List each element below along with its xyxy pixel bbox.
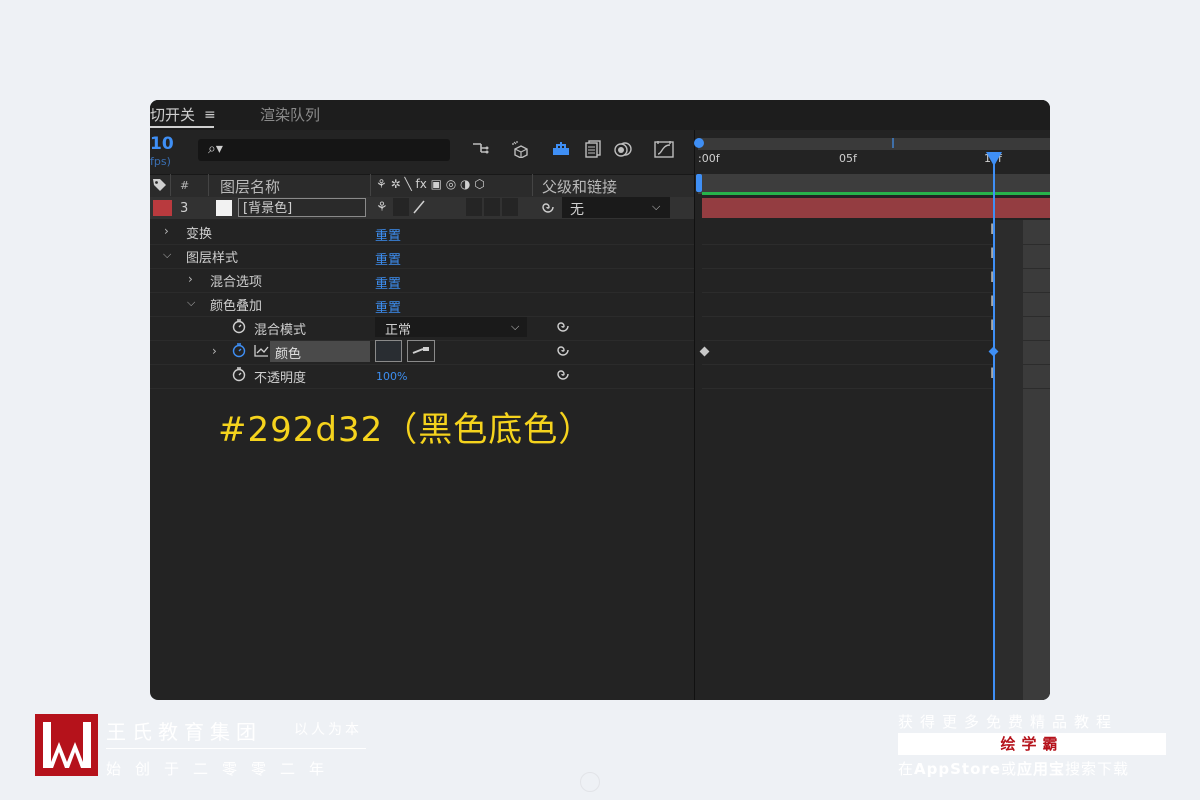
promo-text: 或 — [1000, 760, 1017, 778]
layer-index: 3 — [180, 201, 189, 216]
stopwatch-icon[interactable] — [232, 318, 246, 338]
promo-line: 获得更多免费精品教程 — [898, 713, 1119, 731]
brand-slogan: 以人为本 — [294, 722, 362, 738]
brand-since: 始创于二零零二年 — [106, 760, 339, 778]
shy-switch-icon[interactable]: ⚘ — [376, 200, 388, 215]
timeline-row — [702, 364, 1050, 389]
time-tick: :00f — [698, 152, 720, 165]
column-layer-name[interactable]: 图层名称 — [220, 176, 280, 197]
property-layer-styles[interactable]: 图层样式 — [186, 247, 238, 266]
graph-icon[interactable] — [253, 343, 269, 362]
column-divider — [370, 174, 371, 196]
current-time-indicator[interactable] — [993, 155, 995, 700]
work-area-start[interactable] — [696, 174, 702, 192]
promo-text: 搜索下载 — [1064, 760, 1129, 778]
pickwhip-icon[interactable] — [540, 199, 556, 219]
blend-mode-value: 正常 — [385, 323, 412, 338]
quality-switch-icon[interactable] — [412, 199, 426, 219]
tab-switches[interactable]: 切开关 — [150, 104, 195, 126]
promo-appstore: AppStore — [914, 760, 1001, 778]
search-input[interactable] — [198, 139, 450, 161]
pickwhip-icon[interactable] — [555, 366, 571, 386]
current-time-display[interactable]: 10 — [150, 134, 174, 154]
chevron-right-icon[interactable]: › — [164, 224, 169, 238]
column-divider — [208, 174, 209, 196]
motion-blur-switch[interactable] — [502, 198, 518, 216]
navigator-marker — [892, 138, 894, 148]
shy-layers-icon[interactable] — [550, 140, 572, 162]
opacity-value[interactable]: 100% — [376, 370, 407, 383]
chevron-down-icon: ⌵ — [511, 320, 520, 333]
property-opacity: 不透明度 — [254, 371, 307, 386]
tab-active-underline — [150, 126, 214, 128]
column-divider — [170, 174, 171, 196]
stopwatch-icon[interactable] — [232, 366, 246, 386]
timeline-row — [702, 244, 1050, 269]
timeline-row — [702, 220, 1050, 245]
effect-switch[interactable] — [466, 198, 482, 216]
chevron-down-icon[interactable]: ⌵ — [163, 248, 171, 262]
timeline-row — [702, 340, 1050, 365]
reset-link[interactable]: 重置 — [375, 249, 401, 268]
reset-link[interactable]: 重置 — [375, 225, 401, 244]
chevron-down-icon: ⌵ — [652, 200, 661, 213]
column-number: # — [180, 179, 190, 192]
reset-link[interactable]: 重置 — [375, 297, 401, 316]
draft-3d-icon[interactable] — [510, 140, 532, 162]
brand-name: 王氏教育集团 — [106, 720, 262, 744]
property-blend-options[interactable]: 混合选项 — [210, 271, 262, 290]
tab-render-queue[interactable]: 渲染队列 — [260, 104, 320, 126]
panel-menu-icon[interactable]: ≡ — [204, 104, 216, 126]
pickwhip-icon[interactable] — [555, 318, 571, 338]
property-transform[interactable]: 变换 — [186, 223, 212, 242]
timeline-row — [702, 316, 1050, 341]
parent-value: 无 — [570, 202, 584, 218]
timeline-row — [702, 268, 1050, 293]
property-blend-mode: 混合模式 — [254, 323, 307, 338]
promo-download-line: 在AppStore或应用宝搜索下载 — [898, 758, 1129, 779]
property-color-overlay[interactable]: 颜色叠加 — [210, 295, 262, 314]
work-area-bar[interactable] — [698, 174, 1050, 194]
reset-link[interactable]: 重置 — [375, 273, 401, 292]
layer-name-field[interactable]: [背景色] — [238, 198, 366, 217]
promo-store: 应用宝 — [1016, 760, 1065, 778]
chevron-down-icon[interactable]: ⌵ — [187, 296, 195, 310]
brand-logo — [35, 714, 98, 776]
stopwatch-active-icon[interactable] — [232, 342, 246, 362]
annotation-caption: #292d32（黑色底色） — [218, 410, 594, 450]
column-divider — [532, 174, 533, 196]
timeline-row — [702, 292, 1050, 317]
chevron-right-icon[interactable]: › — [188, 272, 193, 286]
collapse-switch[interactable] — [393, 198, 409, 216]
time-navigator[interactable] — [698, 138, 1050, 150]
column-switches: ⚘ ✲ ╲ fx ▣ ◎ ◑ ⬡ — [376, 177, 485, 191]
property-row[interactable] — [150, 220, 694, 245]
frame-blending-icon[interactable] — [582, 140, 604, 162]
ae-timeline-panel: 切开关 ≡ 渲染队列 10 fps) ⌕▾ # 图层名称 ⚘ ✲ ╲ fx ▣ … — [150, 100, 1050, 700]
layer-duration-bar[interactable] — [702, 198, 1050, 218]
promo-text: 在 — [898, 760, 915, 778]
navigator-start-handle[interactable] — [694, 138, 704, 148]
pickwhip-icon[interactable] — [555, 342, 571, 362]
chevron-right-icon[interactable]: › — [212, 344, 217, 358]
frame-blend-switch[interactable] — [484, 198, 500, 216]
search-icon[interactable]: ⌕▾ — [208, 141, 223, 157]
fps-label: fps) — [150, 155, 171, 168]
graph-editor-icon[interactable] — [653, 140, 675, 162]
watermark-icon — [580, 772, 600, 792]
composition-flowchart-icon[interactable] — [470, 140, 492, 162]
color-swatch[interactable] — [375, 340, 402, 362]
motion-blur-icon[interactable] — [612, 140, 634, 162]
tag-icon[interactable] — [152, 177, 168, 196]
property-color[interactable]: 颜色 — [275, 343, 301, 362]
playhead-handle[interactable] — [986, 152, 1002, 166]
layer-solid-swatch — [216, 200, 232, 216]
brand-divider — [106, 748, 366, 749]
promo-brand: 绘学霸 — [898, 733, 1166, 755]
layer-label-color[interactable] — [153, 200, 172, 216]
render-status-bar — [702, 192, 1050, 195]
time-tick: 05f — [839, 152, 857, 165]
column-parent[interactable]: 父级和链接 — [542, 176, 617, 197]
eyedropper-icon[interactable] — [407, 340, 435, 362]
